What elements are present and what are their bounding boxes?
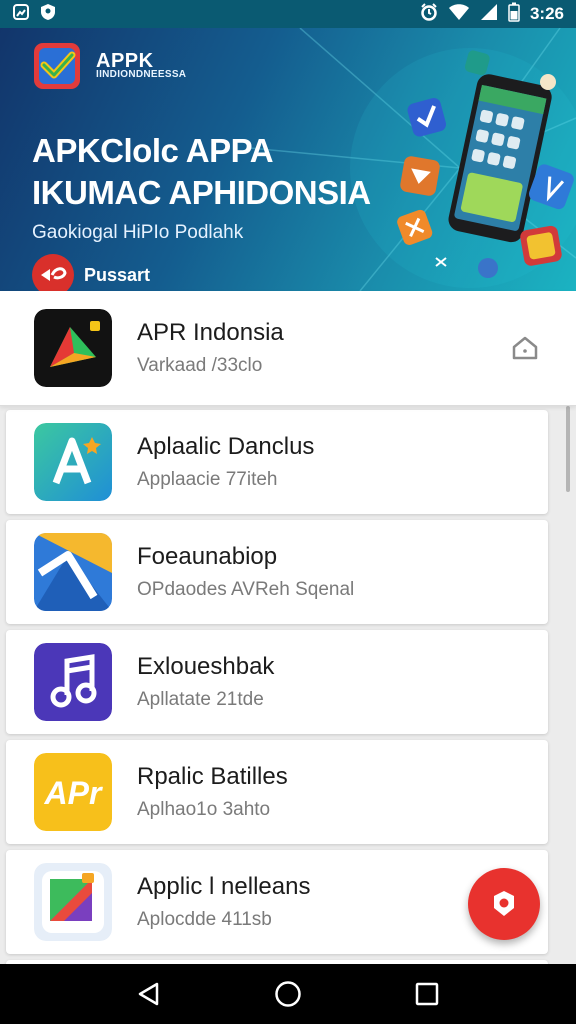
author-name: Pussart — [84, 264, 151, 285]
list-item[interactable]: Applic l nelleans Aplocdde 411sb — [6, 850, 548, 954]
list-item-title: Exloueshbak — [137, 653, 275, 680]
recents-icon — [415, 982, 438, 1006]
list-item-title: Rpalic Batilles — [137, 763, 288, 790]
list-item[interactable]: Exloueshbak Apllatate 21tde — [6, 630, 548, 734]
list-item-text: Rpalic Batilles Aplhao1o 3ahto — [137, 763, 548, 821]
status-bar: 3:26 — [0, 0, 576, 28]
list-item[interactable]: Foeaunabiop OPdaodes AVReh Sqenal — [6, 520, 548, 624]
featured-app-subtitle: Varkaad /33clo — [137, 355, 263, 376]
promo-banner[interactable]: APPK IINDIONDNEESSA APKClolc APPA IKUMAC… — [0, 28, 576, 291]
svg-text:APr: APr — [44, 775, 103, 811]
list-item-subtitle: Applaacie 77iteh — [137, 469, 278, 490]
signal-icon — [480, 3, 498, 26]
back-button[interactable] — [129, 974, 169, 1014]
back-icon — [139, 982, 159, 1006]
featured-app-title: APR Indonsia — [137, 319, 284, 346]
list-item-title: Foeaunabiop — [137, 543, 278, 570]
banner-title-line1: APKClolc APPA — [32, 132, 274, 169]
app-screen: 3:26 APPK IINDIONDNEESSA APKClolc APPA I… — [0, 0, 576, 1024]
banner-tagline: Gaokiogal HiPIo Podlahk — [32, 222, 244, 243]
list-item[interactable]: Aplaalic Danclus Applaacie 77iteh — [6, 410, 548, 514]
phone-illustration-icon — [397, 50, 574, 278]
status-left — [12, 3, 56, 26]
shield-icon — [40, 3, 56, 26]
download-button[interactable] — [508, 331, 542, 365]
download-icon — [512, 336, 538, 360]
brand-subtitle: IINDIONDNEESSA — [96, 69, 187, 80]
music-icon — [34, 643, 112, 721]
play-icon — [34, 863, 112, 941]
banner-title-line2: IKUMAC APHIDONSIA — [32, 174, 371, 211]
featured-app-text: APR Indonsia Varkaad /33clo — [137, 319, 508, 377]
status-time: 3:26 — [529, 4, 564, 23]
settings-icon — [494, 891, 514, 916]
floating-action-button[interactable] — [468, 868, 540, 940]
status-right: 3:26 — [420, 2, 564, 27]
list-item-title: Aplaalic Danclus — [137, 433, 315, 460]
list-item-subtitle: OPdaodes AVReh Sqenal — [137, 579, 355, 600]
wifi-icon — [448, 3, 470, 26]
list-item-subtitle: Aplhao1o 3ahto — [137, 799, 271, 820]
letter-a-icon — [34, 423, 112, 501]
arrow-icon — [34, 533, 112, 611]
battery-icon — [508, 2, 520, 27]
alarm-icon — [420, 2, 438, 26]
scrollbar[interactable] — [566, 406, 570, 492]
featured-app-icon — [34, 309, 112, 387]
list-item[interactable]: APr Rpalic Batilles Aplhao1o 3ahto — [6, 740, 548, 844]
recents-button[interactable] — [407, 974, 447, 1014]
author-logo-icon — [41, 267, 67, 281]
list-item-text: Foeaunabiop OPdaodes AVReh Sqenal — [137, 543, 548, 601]
home-icon — [275, 981, 301, 1007]
author-avatar — [32, 254, 74, 291]
list-item-text: Exloueshbak Apllatate 21tde — [137, 653, 548, 711]
list-item-text: Aplaalic Danclus Applaacie 77iteh — [137, 433, 548, 491]
apr-icon: APr — [34, 753, 112, 831]
featured-app-row[interactable]: APR Indonsia Varkaad /33clo — [0, 291, 576, 406]
list-item-subtitle: Apllatate 21tde — [137, 689, 264, 710]
brand-logo-icon — [34, 43, 80, 89]
navigation-bar — [0, 964, 576, 1024]
banner-author[interactable]: Pussart — [32, 254, 150, 291]
home-button[interactable] — [268, 974, 308, 1014]
gallery-icon — [12, 3, 30, 26]
